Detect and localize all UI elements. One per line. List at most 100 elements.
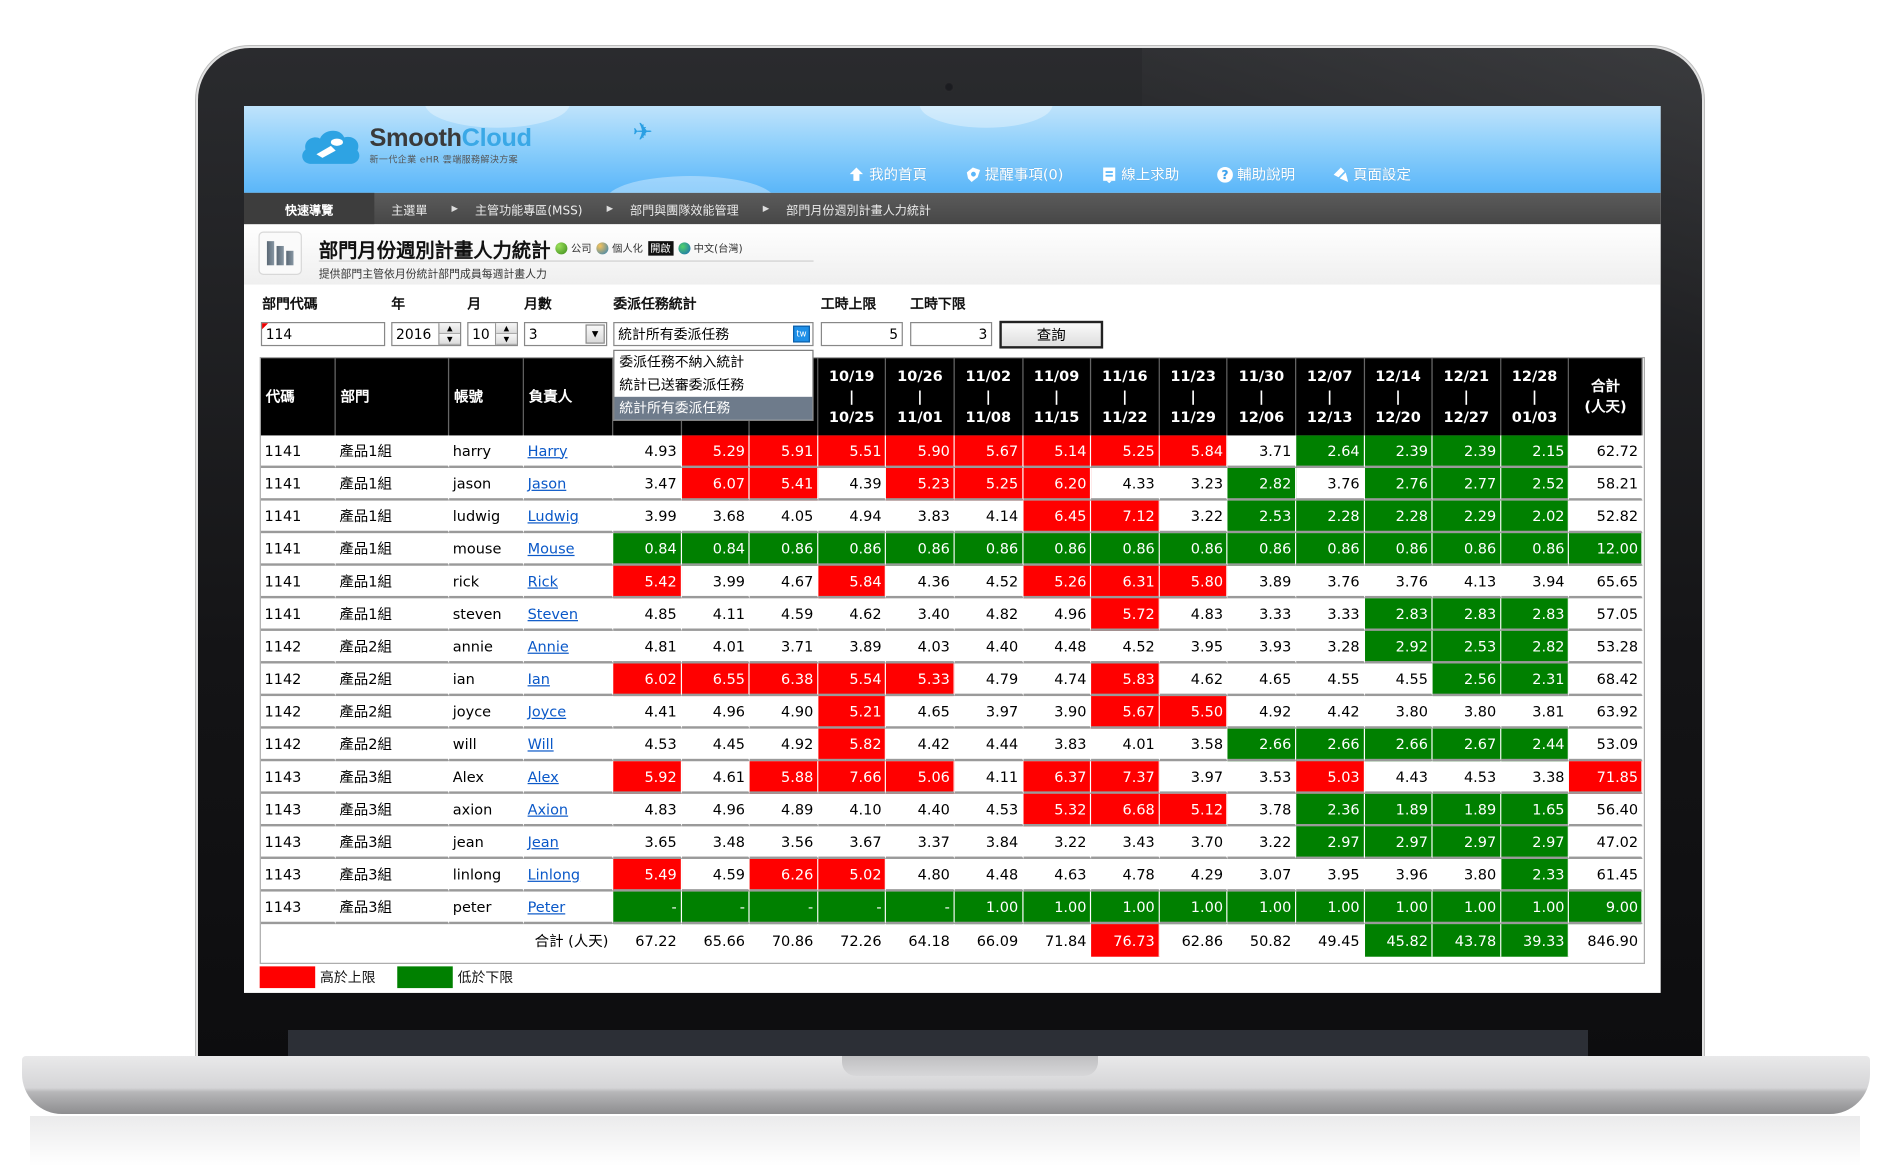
owner-link[interactable]: Ludwig <box>528 507 579 524</box>
cell-week-value: 2.97 <box>1501 826 1570 859</box>
col-week[interactable]: 12/28 | 01/03 <box>1501 358 1570 436</box>
spin-down-icon[interactable]: ▼ <box>496 334 517 345</box>
cell-week-value: 3.56 <box>749 826 819 859</box>
breadcrumb-item[interactable]: 主選單 <box>391 200 427 217</box>
dropdown-option[interactable]: 統計所有委派任務 <box>614 396 813 420</box>
owner-link[interactable]: Peter <box>528 898 566 915</box>
owner-link[interactable]: Jason <box>528 475 567 492</box>
spin-down-icon[interactable]: ▼ <box>439 334 460 345</box>
cell-week-value: 7.37 <box>1091 761 1160 794</box>
owner-link[interactable]: Rick <box>528 572 558 589</box>
owner-link[interactable]: Ian <box>528 670 550 687</box>
breadcrumb-item[interactable]: 部門與團隊效能管理 <box>630 200 739 217</box>
cell-week-value: 3.68 <box>681 500 750 534</box>
col-week[interactable]: 11/16 | 11/22 <box>1091 358 1160 436</box>
table-header-row: 代碼 部門 帳號 負責人 10/19 | 10/25 10/26 | 11/01 11/02… <box>260 358 1643 436</box>
owner-link[interactable]: Jean <box>528 833 559 850</box>
cell-week-value: 3.76 <box>1364 565 1433 599</box>
year-spin[interactable]: ▲ ▼ <box>438 323 460 345</box>
cell-code: 1143 <box>260 793 336 827</box>
nav-reminders-label: 提醒事項(0) <box>984 166 1064 184</box>
cell-week-value: 2.82 <box>1501 630 1570 664</box>
lower-limit-input[interactable]: 3 <box>910 321 993 347</box>
col-account[interactable]: 帳號 <box>449 358 524 436</box>
dropdown-option[interactable]: 統計已送審委派任務 <box>614 374 812 397</box>
col-code[interactable]: 代碼 <box>260 358 336 436</box>
cell-account: mouse <box>449 533 524 566</box>
cell-week-value: 2.97 <box>1364 826 1433 859</box>
cell-week-value: 4.01 <box>1091 728 1160 762</box>
spin-up-icon[interactable]: ▲ <box>439 323 460 335</box>
nav-online-help[interactable]: 線上求助 <box>1100 164 1179 185</box>
owner-link[interactable]: Linlong <box>528 866 581 883</box>
cell-week-value: 5.80 <box>1159 565 1228 599</box>
upper-limit-input[interactable]: 5 <box>820 321 903 347</box>
cell-week-value: 2.39 <box>1432 435 1502 469</box>
owner-link[interactable]: Joyce <box>528 703 567 720</box>
col-week[interactable]: 10/26 | 11/01 <box>886 358 955 436</box>
nav-home[interactable]: 我的首頁 <box>847 164 927 185</box>
col-week[interactable]: 12/07 | 12/13 <box>1296 358 1365 436</box>
week-total-value: 70.86 <box>750 924 819 957</box>
breadcrumb-item[interactable]: 主管功能專區(MSS) <box>475 200 583 217</box>
cell-week-value: 0.84 <box>613 533 682 566</box>
svg-text:?: ? <box>1221 167 1228 181</box>
col-week[interactable]: 12/21 | 12/27 <box>1432 358 1502 436</box>
col-week[interactable]: 10/19 | 10/25 <box>818 358 887 436</box>
personalize-badge[interactable]: 個人化 <box>596 241 643 256</box>
question-icon: ? <box>1215 165 1233 183</box>
col-week[interactable]: 11/02 | 11/08 <box>954 358 1024 436</box>
col-week[interactable]: 12/14 | 12/20 <box>1364 358 1433 436</box>
owner-link[interactable]: Will <box>528 735 554 752</box>
owner-link[interactable]: Axion <box>528 800 569 817</box>
months-select[interactable]: 3 ▼ <box>523 321 608 347</box>
language-badge[interactable]: 中文(台灣) <box>677 241 743 256</box>
col-dept[interactable]: 部門 <box>335 358 450 436</box>
chevron-down-icon[interactable]: ▼ <box>585 324 605 344</box>
bar-chart-icon <box>258 231 302 275</box>
month-spin[interactable]: ▲ ▼ <box>494 323 517 345</box>
nav-reminders[interactable]: 提醒事項(0) <box>963 164 1063 185</box>
dropdown-option[interactable]: 委派任務不納入統計 <box>614 351 812 374</box>
cell-week-value: 5.49 <box>613 858 682 892</box>
breadcrumb-item-current: 部門月份週別計畫人力統計 <box>786 204 931 218</box>
cloud-decoration <box>606 175 775 193</box>
owner-link[interactable]: Annie <box>528 638 569 655</box>
language-tw-icon[interactable]: tw <box>793 325 810 343</box>
cell-week-value: 6.26 <box>749 858 819 892</box>
logo[interactable]: SmoothCloud 新一代企業 eHR 雲端服務解決方案 <box>300 125 532 166</box>
owner-link[interactable]: Mouse <box>528 540 575 557</box>
col-week[interactable]: 11/09 | 11/15 <box>1023 358 1092 436</box>
owner-link[interactable]: Alex <box>528 768 559 785</box>
owner-link[interactable]: Harry <box>528 442 568 459</box>
company-badge[interactable]: 公司 <box>555 241 592 256</box>
cell-account: jason <box>449 468 524 501</box>
cell-week-value: 2.83 <box>1364 598 1433 631</box>
month-stepper[interactable]: 10 ▲ ▼ <box>467 321 518 347</box>
query-button[interactable]: 查詢 <box>999 320 1104 349</box>
cell-week-value: 3.53 <box>1227 761 1297 794</box>
week-total-value: 72.26 <box>818 924 887 957</box>
cell-week-value: 4.59 <box>681 858 750 892</box>
nav-help[interactable]: ? 輔助說明 <box>1215 164 1295 185</box>
open-toggle[interactable]: 開啟 <box>647 241 674 256</box>
owner-link[interactable]: Steven <box>528 605 578 622</box>
nav-page-settings[interactable]: 頁面設定 <box>1331 164 1411 185</box>
cell-week-value: - <box>749 891 819 925</box>
week-to: 10/25 <box>828 408 875 426</box>
year-stepper[interactable]: 2016 ▲ ▼ <box>391 321 462 347</box>
cell-week-value: 4.55 <box>1296 663 1365 697</box>
col-week[interactable]: 11/30 | 12/06 <box>1227 358 1297 436</box>
cell-week-value: 2.92 <box>1364 630 1433 664</box>
delegation-select[interactable]: 統計所有委派任務 tw <box>613 321 814 347</box>
col-total[interactable]: 合計 (人天) <box>1569 358 1643 436</box>
col-week[interactable]: 11/23 | 11/29 <box>1159 358 1228 436</box>
cell-dept: 產品2組 <box>335 663 450 697</box>
dept-code-input[interactable]: 114 <box>260 321 386 347</box>
cell-week-value: 4.63 <box>1023 858 1092 892</box>
cell-week-value: 2.77 <box>1432 468 1502 501</box>
quick-nav-button[interactable]: 快速導覽 <box>244 192 375 225</box>
col-owner[interactable]: 負責人 <box>523 358 614 436</box>
cell-week-value: 0.86 <box>1364 533 1433 566</box>
spin-up-icon[interactable]: ▲ <box>496 323 517 335</box>
